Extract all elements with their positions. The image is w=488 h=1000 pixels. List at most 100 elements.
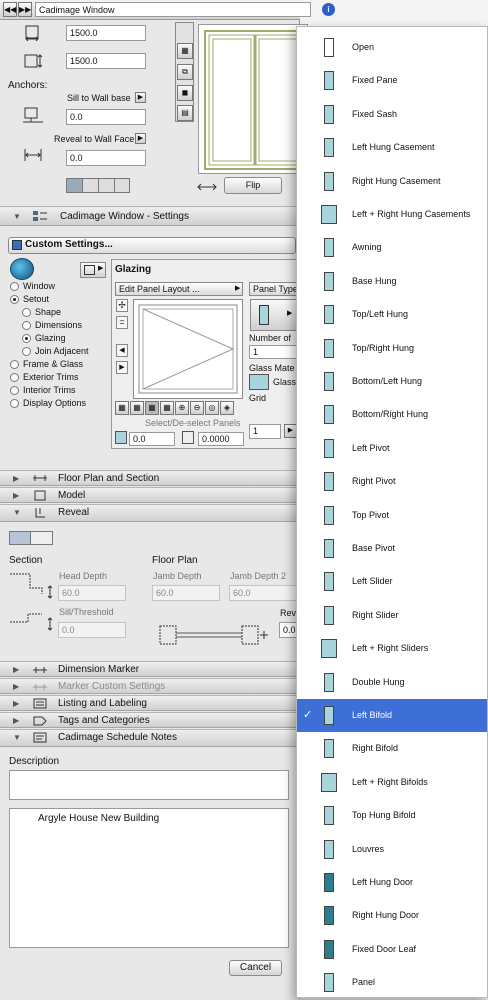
menu-item[interactable]: Right Hung Door xyxy=(297,899,487,932)
tree-radio-window[interactable] xyxy=(10,282,19,291)
remove-panel-icon[interactable]: = xyxy=(116,316,128,329)
menu-item[interactable]: Base Hung xyxy=(297,265,487,298)
move-left-icon[interactable]: ◀ xyxy=(116,344,128,357)
sill-threshold-field[interactable]: 0.0 xyxy=(58,622,126,638)
view-3d-icon[interactable]: ◼ xyxy=(177,85,193,101)
anchor-option-2-icon[interactable] xyxy=(83,179,99,192)
tree-radio-shape[interactable] xyxy=(22,308,31,317)
menu-item[interactable]: Top/Right Hung xyxy=(297,332,487,365)
flip-button[interactable]: Flip xyxy=(224,177,282,194)
section-schedule-notes[interactable]: ▼ Cadimage Schedule Notes xyxy=(0,729,300,747)
section-reveal[interactable]: ▼ Reveal xyxy=(0,504,300,522)
tree-item-glazing[interactable]: Glazing xyxy=(35,333,66,343)
height-field[interactable]: 1500.0 xyxy=(66,53,146,69)
menu-item[interactable]: Left Hung Door xyxy=(297,866,487,899)
section-marker-custom[interactable]: ▶ Marker Custom Settings xyxy=(0,678,300,694)
info-icon[interactable]: i xyxy=(322,3,335,16)
menu-item[interactable]: Fixed Door Leaf xyxy=(297,933,487,966)
tree-item-setout[interactable]: Setout xyxy=(23,294,49,304)
menu-item[interactable]: Right Bifold xyxy=(297,732,487,765)
section-floor-plan[interactable]: ▶ Floor Plan and Section xyxy=(0,470,300,486)
menu-item[interactable]: Bottom/Left Hung xyxy=(297,365,487,398)
tree-radio-dimensions[interactable] xyxy=(22,321,31,330)
menu-item[interactable]: Left Pivot xyxy=(297,432,487,465)
tree-radio-frame-glass[interactable] xyxy=(10,360,19,369)
section-model[interactable]: ▶ Model xyxy=(0,487,300,503)
panel-layout-preview[interactable] xyxy=(133,299,243,399)
reveal-mode-2-icon[interactable] xyxy=(31,532,52,544)
notes-field[interactable]: Argyle House New Building xyxy=(9,808,289,948)
menu-item[interactable]: Open xyxy=(297,31,487,64)
menu-item[interactable]: Bottom/Right Hung xyxy=(297,398,487,431)
zoom-in-icon[interactable]: ⊕ xyxy=(175,401,189,415)
cancel-button[interactable]: Cancel xyxy=(229,960,282,976)
menu-item[interactable]: Left + Right Hung Casements xyxy=(297,198,487,231)
tree-item-display-options[interactable]: Display Options xyxy=(23,398,86,408)
jamb-depth-2-field[interactable]: 60.0 xyxy=(229,585,297,601)
next-icon[interactable]: ▶▶ xyxy=(18,2,32,17)
tree-item-frame-glass[interactable]: Frame & Glass xyxy=(23,359,83,369)
zoom-reset-icon[interactable]: ◈ xyxy=(220,401,234,415)
grid-view-4-icon[interactable]: ▦ xyxy=(160,401,174,415)
sill-field[interactable]: 0.0 xyxy=(66,109,146,125)
layout-view-button[interactable]: ▶ xyxy=(80,262,106,278)
menu-item[interactable]: Right Slider xyxy=(297,599,487,632)
panel-type-dropdown[interactable]: Panel Type xyxy=(249,282,298,296)
grid-view-3-icon[interactable]: ▦ xyxy=(145,401,159,415)
anchor-option-3-icon[interactable] xyxy=(99,179,115,192)
tree-item-shape[interactable]: Shape xyxy=(35,307,61,317)
menu-item[interactable]: Left Hung Casement xyxy=(297,131,487,164)
width-field[interactable]: 1500.0 xyxy=(66,25,146,41)
section-dimension-marker[interactable]: ▶ Dimension Marker xyxy=(0,661,300,677)
menu-item[interactable]: Left + Right Sliders xyxy=(297,632,487,665)
tree-item-dimensions[interactable]: Dimensions xyxy=(35,320,82,330)
view-front-icon[interactable]: ▦ xyxy=(177,43,193,59)
anchor-option-1-icon[interactable] xyxy=(67,179,83,192)
reveal-field[interactable]: 0.0 xyxy=(66,150,146,166)
menu-item[interactable]: Left Slider xyxy=(297,565,487,598)
prev-icon[interactable]: ◀◀ xyxy=(3,2,17,17)
zoom-fit-icon[interactable]: ◎ xyxy=(205,401,219,415)
window-name-field[interactable]: Cadimage Window xyxy=(35,2,311,17)
sill-menu-icon[interactable]: ▶ xyxy=(135,92,146,103)
panel-ratio-field[interactable]: 0.0000 xyxy=(198,432,244,446)
add-panel-icon[interactable]: ✢ xyxy=(116,299,128,312)
reveal-mode-1-icon[interactable] xyxy=(10,532,31,544)
section-tags[interactable]: ▶ Tags and Categories xyxy=(0,712,300,728)
menu-item[interactable]: Fixed Sash xyxy=(297,98,487,131)
section-listing[interactable]: ▶ Listing and Labeling xyxy=(0,695,300,711)
head-depth-field[interactable]: 60.0 xyxy=(58,585,126,601)
menu-item[interactable]: Awning xyxy=(297,231,487,264)
menu-item[interactable]: Louvres xyxy=(297,833,487,866)
tree-item-window[interactable]: Window xyxy=(23,281,55,291)
grid-view-2-icon[interactable]: ▦ xyxy=(130,401,144,415)
description-field[interactable] xyxy=(9,770,289,800)
menu-item[interactable]: Base Pivot xyxy=(297,532,487,565)
reveal-menu-icon[interactable]: ▶ xyxy=(135,133,146,144)
menu-item[interactable]: Top Hung Bifold xyxy=(297,799,487,832)
jamb-depth-field[interactable]: 60.0 xyxy=(152,585,220,601)
number-of-field[interactable]: 1 xyxy=(249,345,298,359)
glass-swatch-icon[interactable] xyxy=(249,374,269,390)
tree-item-interior-trims[interactable]: Interior Trims xyxy=(23,385,76,395)
panel-type-button[interactable]: ▶ xyxy=(250,299,298,331)
anchor-option-4-icon[interactable] xyxy=(115,179,130,192)
view-side-icon[interactable]: ⧉ xyxy=(177,64,193,80)
tree-radio-glazing[interactable] xyxy=(22,334,31,343)
tree-radio-join-adjacent[interactable] xyxy=(22,347,31,356)
menu-item[interactable]: Double Hung xyxy=(297,666,487,699)
tree-item-exterior-trims[interactable]: Exterior Trims xyxy=(23,372,79,382)
menu-item[interactable]: Panel xyxy=(297,966,487,999)
menu-item[interactable]: Left + Right Bifolds xyxy=(297,766,487,799)
edit-layout-dropdown[interactable]: Edit Panel Layout ... ▶ xyxy=(115,282,243,296)
menu-item[interactable]: Top Pivot xyxy=(297,499,487,532)
menu-item[interactable]: Top/Left Hung xyxy=(297,298,487,331)
menu-item[interactable]: Fixed Pane xyxy=(297,64,487,97)
panel-offset-field[interactable]: 0.0 xyxy=(129,432,175,446)
tree-radio-display-options[interactable] xyxy=(10,399,19,408)
menu-item[interactable]: Right Hung Casement xyxy=(297,165,487,198)
move-right-icon[interactable]: ▶ xyxy=(116,361,128,374)
custom-settings-dropdown[interactable]: Custom Settings... xyxy=(8,237,296,254)
section-settings[interactable]: ▼ Cadimage Window - Settings xyxy=(0,206,300,226)
tree-radio-setout[interactable] xyxy=(10,295,19,304)
